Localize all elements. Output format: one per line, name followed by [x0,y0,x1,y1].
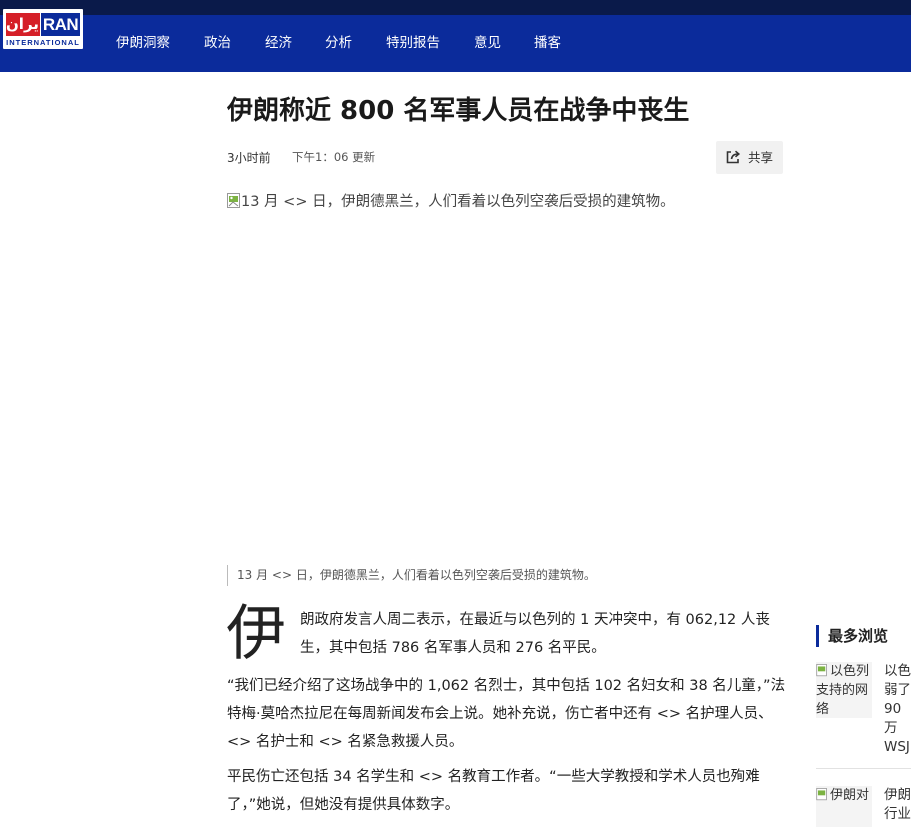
nav-item-iran-insight[interactable]: 伊朗洞察 [116,15,170,72]
drop-cap: 伊 [226,599,286,669]
share-button[interactable]: 共享 [716,141,783,174]
nav-item-analysis[interactable]: 分析 [325,15,352,72]
most-viewed-item[interactable]: 伊朗对 伊朗行业 [816,786,911,827]
image-caption: 13 月 <> 日，伊朗德黑兰，人们看着以色列空袭后受损的建筑物。 [227,565,596,586]
most-viewed-header: 最多浏览 [816,625,888,647]
most-viewed-item[interactable]: 以色列支持的网络 以色弱了90 万WSJ [816,662,911,762]
broken-image-icon [227,193,240,208]
top-bar [0,0,911,15]
hero-image: 13 月 <> 日，伊朗德黑兰，人们看着以色列空袭后受损的建筑物。 [227,191,783,556]
nav-item-politics[interactable]: 政治 [204,15,231,72]
most-viewed-thumbnail: 伊朗对 [816,786,872,827]
nav-item-economy[interactable]: 经济 [265,15,292,72]
site-logo[interactable]: ایران RAN INTERNATIONAL [3,9,83,49]
nav-item-special-reports[interactable]: 特别报告 [386,15,440,72]
thumbnail-alt-text: 伊朗对 [830,788,870,803]
logo-latin-mark: RAN [41,13,80,36]
logo-farsi-mark: ایران [6,13,44,36]
share-icon [726,150,741,164]
sidebar-divider [816,768,911,769]
article-paragraph: “我们已经介绍了这场战争中的 1,062 名烈士，其中包括 102 名妇女和 3… [227,678,786,750]
published-time-ago: 3小时前 [227,151,271,165]
most-viewed-thumbnail: 以色列支持的网络 [816,662,872,718]
thumbnail-alt-text: 以色列支持的网络 [816,664,870,717]
most-viewed-headline: 以色弱了90 万WSJ [884,663,911,754]
article-paragraph: 朗政府发言人周二表示，在最近与以色列的 1 天冲突中，有 062,12 人丧生，… [300,612,770,656]
logo-subtitle: INTERNATIONAL [6,38,80,47]
article-paragraph: 平民伤亡还包括 34 名学生和 <> 名教育工作者。“一些大学教授和学术人员也殉… [227,769,760,813]
share-label: 共享 [748,150,774,165]
nav-item-opinion[interactable]: 意见 [474,15,501,72]
most-viewed-headline: 伊朗行业 [884,787,911,822]
nav-item-podcast[interactable]: 播客 [534,15,561,72]
article-title: 伊朗称近 800 名军事人员在战争中丧生 [227,96,690,126]
hero-image-alt-text: 13 月 <> 日，伊朗德黑兰，人们看着以色列空袭后受损的建筑物。 [241,194,675,210]
updated-time: 下午1：06 更新 [292,150,376,164]
most-viewed-title: 最多浏览 [828,627,889,645]
